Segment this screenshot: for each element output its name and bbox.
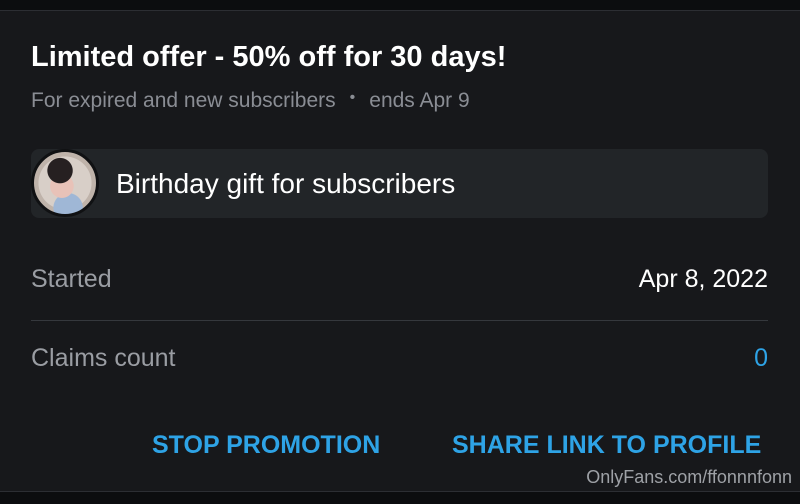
stop-promotion-button[interactable]: STOP PROMOTION — [152, 431, 380, 460]
gift-message: Birthday gift for subscribers — [116, 168, 456, 199]
end-date-text: ends Apr 9 — [369, 89, 470, 112]
screen: Limited offer - 50% off for 30 days! For… — [0, 0, 800, 504]
avatar — [31, 149, 99, 217]
promotion-subtitle: For expired and new subscribers • ends Apr… — [31, 89, 470, 113]
gift-message-box: Birthday gift for subscribers — [31, 149, 768, 218]
audience-text: For expired and new subscribers — [31, 89, 336, 112]
share-link-button[interactable]: SHARE LINK TO PROFILE — [452, 431, 761, 460]
claims-count-label: Claims count — [31, 344, 176, 372]
started-label: Started — [31, 265, 112, 293]
promotion-title: Limited offer - 50% off for 30 days! — [31, 41, 507, 73]
claims-count-value[interactable]: 0 — [754, 344, 768, 373]
watermark: OnlyFans.com/ffonnnfonn — [586, 467, 792, 487]
divider — [31, 320, 768, 321]
promotion-card: Limited offer - 50% off for 30 days! For… — [0, 10, 800, 492]
separator-dot: • — [349, 89, 356, 107]
started-value: Apr 8, 2022 — [638, 265, 768, 293]
